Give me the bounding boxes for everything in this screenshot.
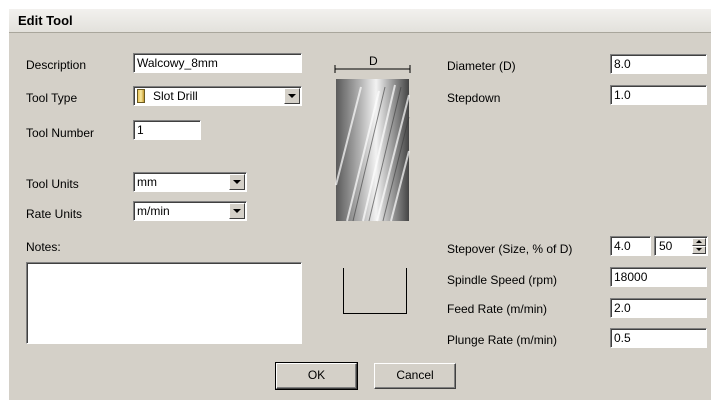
- stepdown-label: Stepdown: [447, 91, 501, 105]
- feed-rate-label: Feed Rate (m/min): [447, 302, 548, 316]
- slot-drill-icon: [137, 89, 145, 103]
- chevron-down-icon[interactable]: [229, 174, 245, 190]
- tool-type-select[interactable]: Slot Drill: [133, 86, 302, 106]
- tool-number-label: Tool Number: [26, 126, 95, 140]
- spindle-speed-input[interactable]: 18000: [610, 267, 707, 287]
- rate-units-select[interactable]: m/min: [133, 201, 247, 221]
- stepover-label: Stepover (Size, % of D): [447, 242, 573, 256]
- rate-units-label: Rate Units: [26, 207, 83, 221]
- notes-label: Notes:: [26, 240, 61, 254]
- stepover-percent-value: 50: [659, 239, 673, 253]
- spin-up-icon[interactable]: [692, 238, 706, 246]
- tool-preview: [334, 65, 411, 222]
- description-input[interactable]: Walcowy_8mm: [133, 53, 302, 73]
- plunge-rate-label: Plunge Rate (m/min): [447, 333, 558, 347]
- chevron-down-icon[interactable]: [284, 88, 300, 104]
- stepdown-input[interactable]: 1.0: [610, 85, 707, 105]
- diameter-input[interactable]: 8.0: [610, 54, 707, 74]
- stepover-size-input[interactable]: 4.0: [610, 236, 651, 256]
- diameter-label: Diameter (D): [447, 59, 516, 73]
- tool-profile-shape: [343, 268, 407, 314]
- ok-button[interactable]: OK: [275, 362, 358, 390]
- spin-down-icon[interactable]: [692, 246, 706, 254]
- tool-number-input[interactable]: 1: [133, 120, 201, 140]
- tool-type-value: Slot Drill: [153, 89, 198, 103]
- cancel-button[interactable]: Cancel: [374, 363, 456, 389]
- stepover-percent-spinner[interactable]: 50: [654, 236, 708, 256]
- chevron-down-icon[interactable]: [229, 203, 245, 219]
- feed-rate-input[interactable]: 2.0: [610, 298, 707, 318]
- tool-units-label: Tool Units: [26, 177, 79, 191]
- rate-units-value: m/min: [137, 204, 170, 218]
- notes-textarea[interactable]: [26, 262, 302, 344]
- spindle-speed-label: Spindle Speed (rpm): [447, 273, 558, 287]
- edit-tool-dialog: Edit Tool Description Walcowy_8mm Tool T…: [8, 8, 711, 400]
- plunge-rate-input[interactable]: 0.5: [610, 328, 707, 348]
- dialog-title: Edit Tool: [18, 13, 73, 28]
- tool-type-label: Tool Type: [26, 91, 78, 105]
- title-bar[interactable]: Edit Tool: [9, 9, 711, 33]
- description-label: Description: [26, 58, 87, 72]
- tool-units-value: mm: [137, 175, 157, 189]
- tool-units-select[interactable]: mm: [133, 172, 247, 192]
